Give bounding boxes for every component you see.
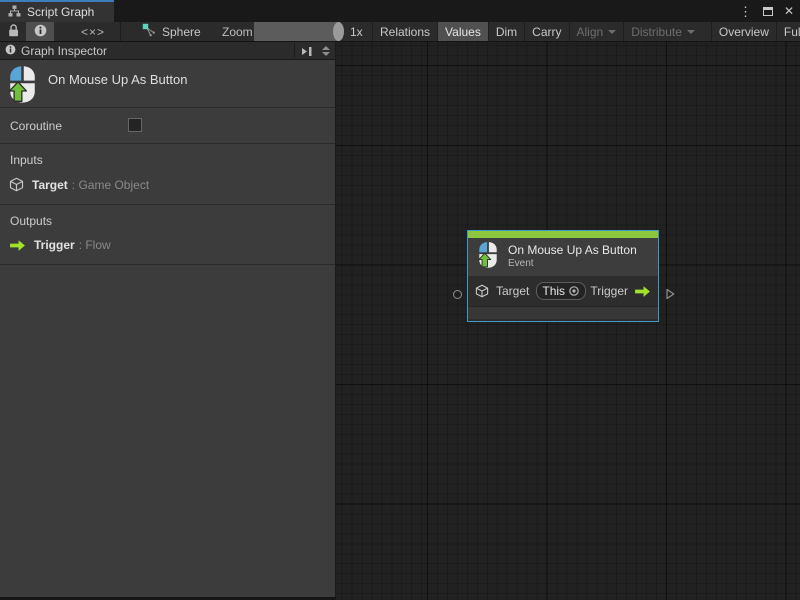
dim-button[interactable]: Dim [487, 22, 524, 41]
output-port-row: Trigger : Flow [9, 238, 335, 252]
on-mouse-up-node[interactable]: On Mouse Up As Button Event Target This … [453, 230, 675, 322]
zoom-value: 1x [350, 24, 363, 39]
preview-code-button[interactable]: <×> [66, 22, 120, 41]
graph-owner-indicator[interactable]: Sphere [138, 22, 205, 41]
graph-hierarchy-icon [8, 5, 21, 20]
inspector-toggle-button[interactable] [26, 22, 54, 41]
script-graph-window: Script Graph ⋮ ✕ <×> Sphere Zoom 1x Rela… [0, 0, 800, 600]
target-value: This [542, 284, 566, 298]
node-accent-bar [468, 231, 658, 238]
mouse-up-event-icon [7, 65, 38, 109]
header-separator [294, 43, 295, 58]
graph-owner-label: Sphere [162, 24, 201, 39]
zoom-slider-track[interactable] [254, 22, 340, 41]
node-footer [468, 306, 658, 319]
maximize-icon[interactable] [762, 6, 773, 16]
node-header[interactable]: On Mouse Up As Button Event [468, 238, 658, 276]
relations-button[interactable]: Relations [372, 22, 437, 41]
outputs-title: Outputs [10, 214, 53, 228]
object-picker-icon[interactable] [568, 285, 580, 297]
window-controls: ⋮ ✕ [739, 0, 794, 22]
target-value-field[interactable]: This [536, 282, 587, 300]
input-port-name: Target [32, 177, 68, 192]
zoom-slider-handle[interactable] [333, 22, 344, 41]
coroutine-row: Coroutine [0, 108, 335, 144]
node-body: Target This Trigger [468, 276, 658, 306]
unit-header: On Mouse Up As Button [0, 60, 335, 108]
values-button[interactable]: Values [437, 22, 488, 41]
flow-arrow-icon [10, 239, 25, 251]
game-object-cube-icon [9, 177, 24, 192]
graph-pointer-icon [142, 23, 156, 40]
node-input-port[interactable] [453, 290, 462, 299]
mouse-up-event-icon [477, 241, 499, 274]
code-icon: <×> [80, 24, 106, 39]
node-titles: On Mouse Up As Button Event [508, 243, 637, 271]
unit-title: On Mouse Up As Button [48, 72, 188, 87]
info-icon [5, 44, 16, 58]
chevron-down-icon [686, 29, 695, 34]
input-port-type: : Game Object [71, 177, 150, 192]
panel-title: Graph Inspector [21, 43, 108, 58]
node-subtitle: Event [508, 258, 534, 270]
graph-inspector-header: Graph Inspector [0, 42, 335, 60]
lock-button[interactable] [0, 22, 26, 41]
node-output-port[interactable] [666, 288, 675, 300]
distribute-dropdown[interactable]: Distribute [623, 22, 702, 41]
game-object-cube-icon [475, 284, 489, 298]
graph-inspector-panel: Graph Inspector On Mouse Up As Button Co… [0, 42, 336, 600]
inputs-section: Inputs Target : Game Object [0, 144, 335, 205]
toolbar-separator [120, 22, 121, 41]
panel-scroll-spinner[interactable] [319, 43, 333, 59]
lock-icon [7, 23, 20, 40]
dock-panel-button[interactable] [298, 44, 316, 58]
node-title: On Mouse Up As Button [508, 243, 637, 258]
graph-toolbar: <×> Sphere Zoom 1x Relations Values Dim … [0, 22, 800, 42]
coroutine-checkbox[interactable] [128, 118, 142, 132]
close-icon[interactable]: ✕ [784, 5, 794, 17]
dock-icon [302, 47, 312, 56]
input-port-row: Target : Game Object [9, 177, 335, 192]
tab-bar: Script Graph ⋮ ✕ [0, 0, 800, 22]
tab-title: Script Graph [27, 5, 95, 19]
scroll-down-icon[interactable] [322, 52, 330, 56]
chevron-down-icon [608, 29, 617, 34]
node-output-label: Trigger [590, 284, 628, 298]
carry-button[interactable]: Carry [524, 22, 568, 41]
scroll-up-icon[interactable] [322, 46, 330, 50]
window-menu-icon[interactable]: ⋮ [739, 5, 752, 18]
align-dropdown[interactable]: Align [568, 22, 624, 41]
info-icon [34, 24, 47, 40]
flow-arrow-icon [635, 285, 650, 297]
inputs-title: Inputs [10, 153, 43, 167]
coroutine-label: Coroutine [10, 119, 63, 133]
zoom-label: Zoom [222, 24, 253, 39]
node-input-label: Target [496, 284, 530, 298]
toolbar-buttons: Relations Values Dim Carry Align Distrib… [372, 22, 800, 41]
full-screen-button[interactable]: Full Screen [775, 22, 800, 41]
outputs-section: Outputs Trigger : Flow [0, 205, 335, 265]
tab-script-graph[interactable]: Script Graph [0, 0, 114, 22]
overview-button[interactable]: Overview [710, 22, 776, 41]
output-port-name: Trigger [34, 238, 75, 252]
output-port-type: : Flow [78, 238, 111, 252]
